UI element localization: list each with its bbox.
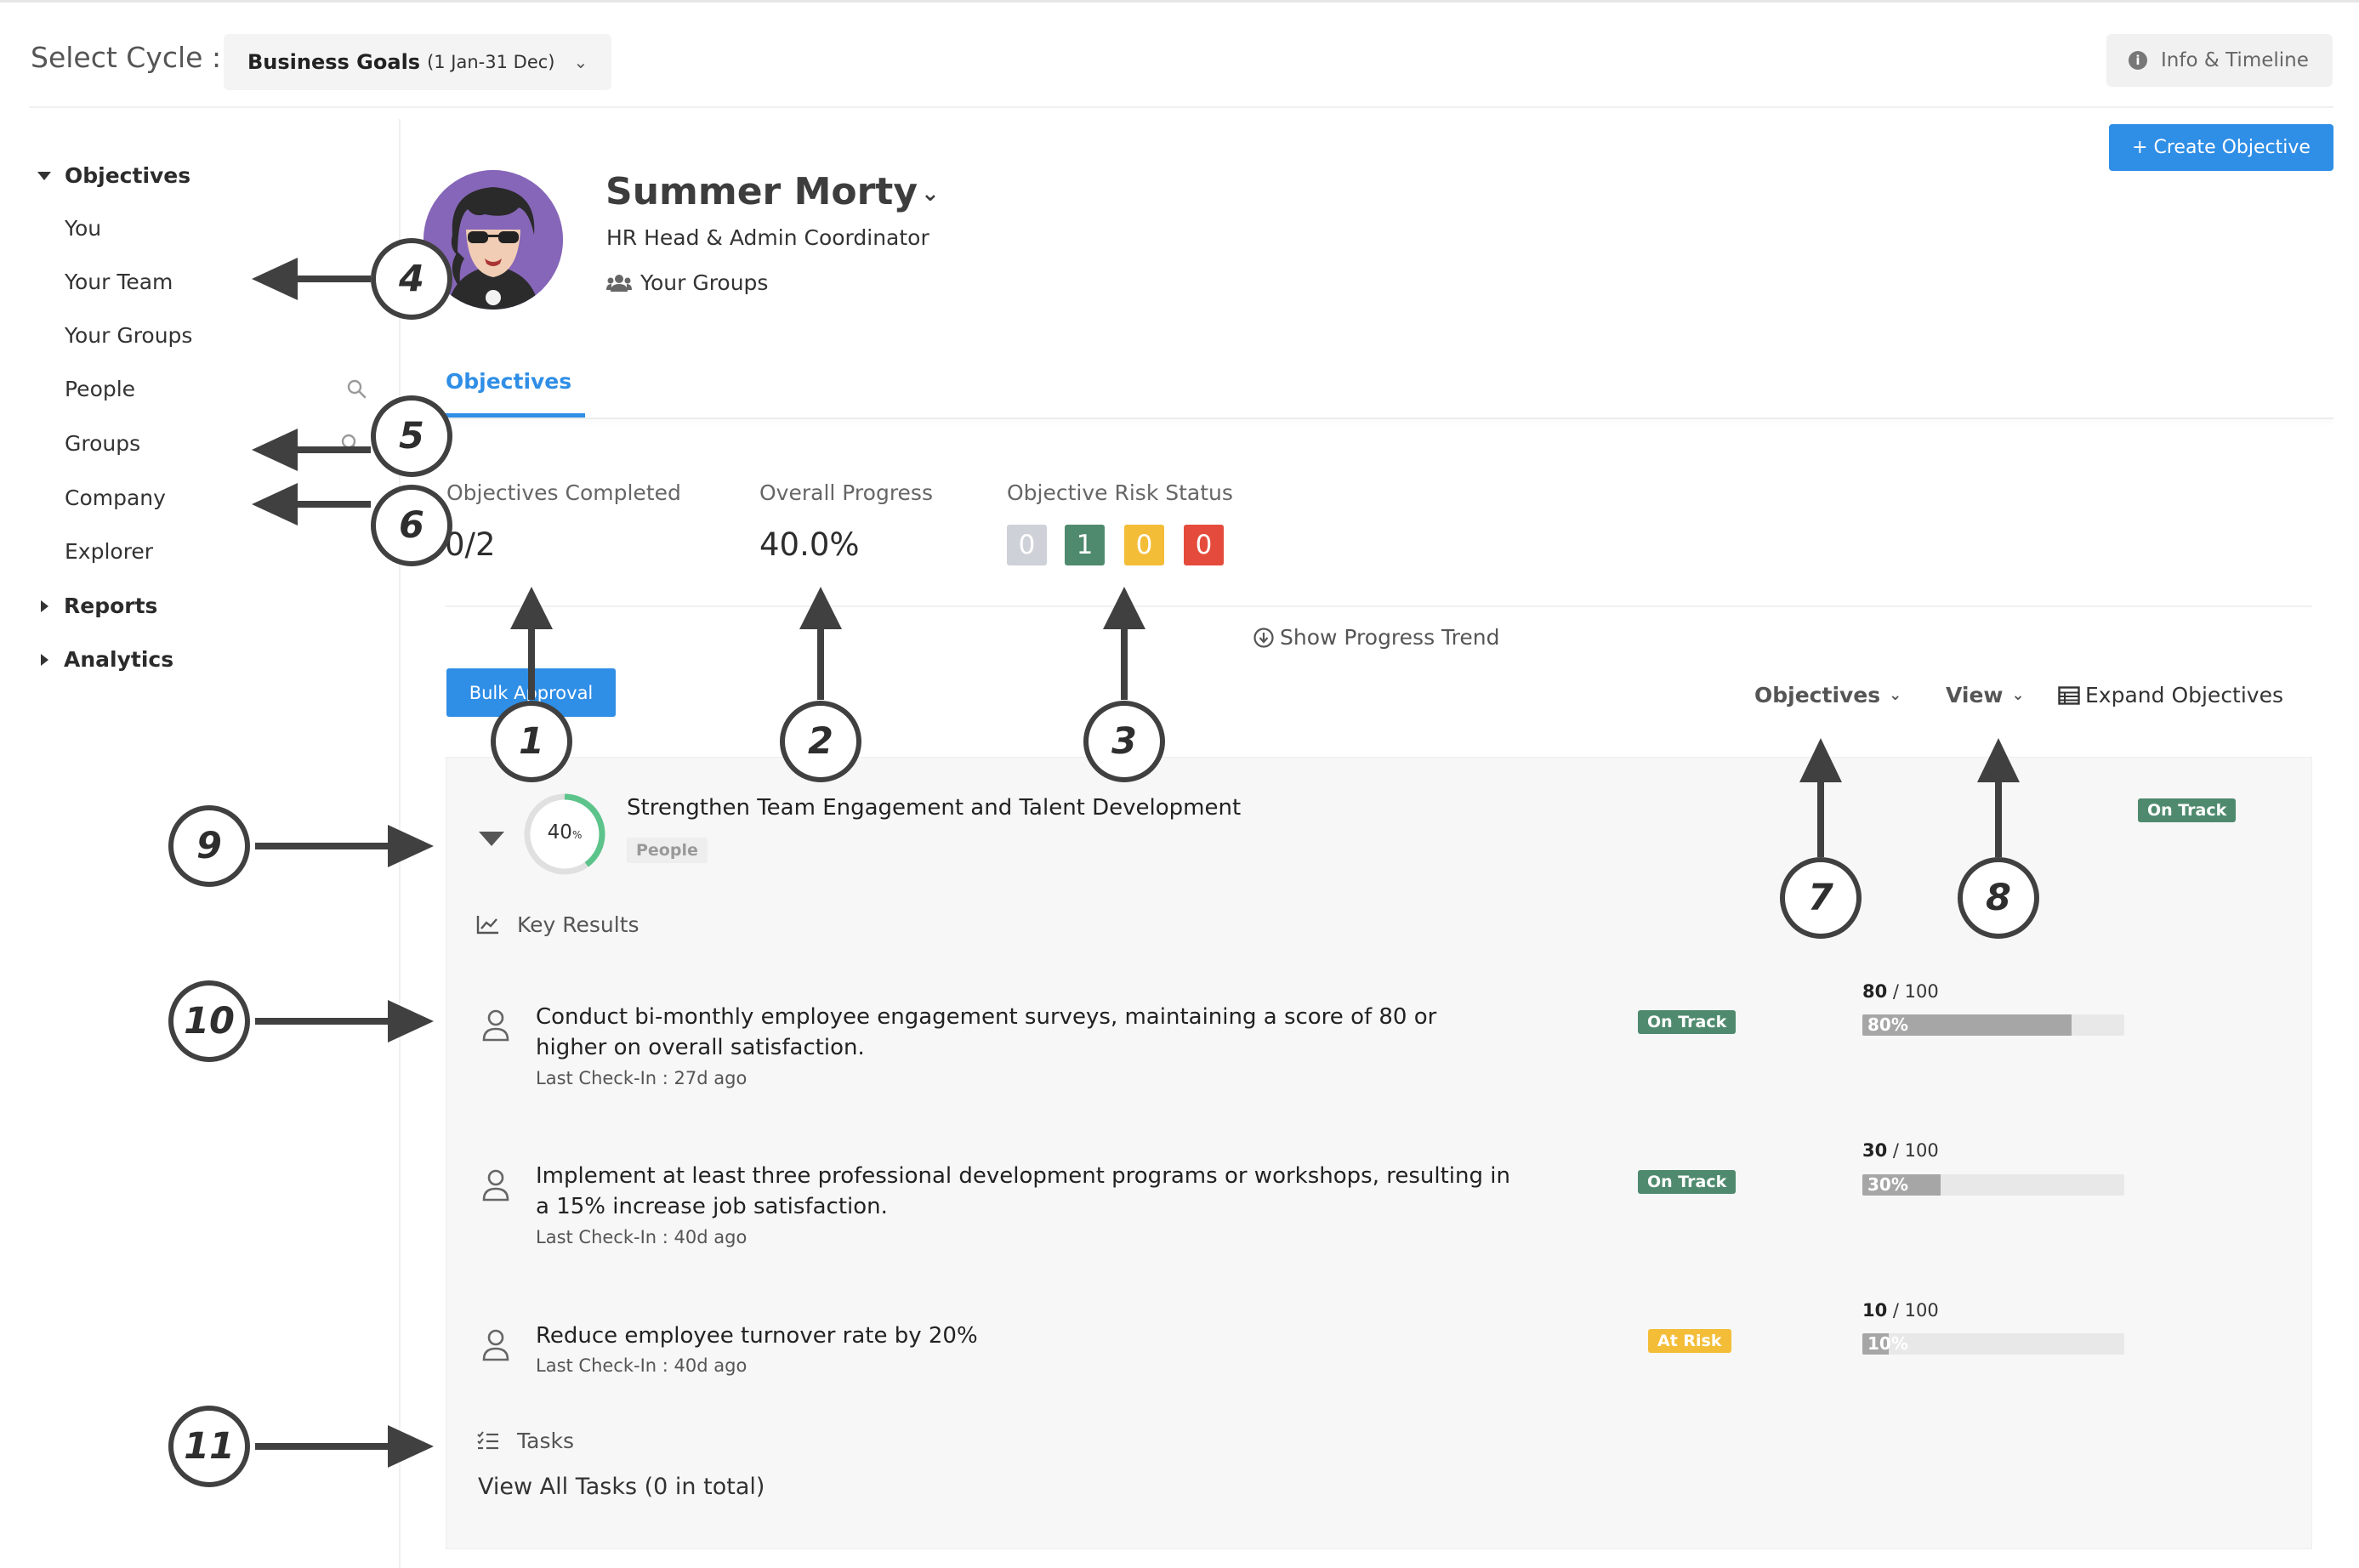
annotation-callout: 10 bbox=[168, 980, 250, 1062]
annotation-callout: 11 bbox=[168, 1406, 250, 1487]
annotation-callout: 8 bbox=[1958, 857, 2039, 939]
annotation-callout: 5 bbox=[371, 395, 452, 477]
annotation-callout: 4 bbox=[371, 238, 452, 320]
annotation-callout: 9 bbox=[168, 805, 250, 887]
annotation-callout: 6 bbox=[371, 485, 452, 566]
annotation-callout: 7 bbox=[1780, 857, 1862, 939]
annotation-callout: 3 bbox=[1083, 701, 1165, 782]
annotation-arrows bbox=[252, 258, 2020, 1468]
annotation-callout: 1 bbox=[491, 701, 572, 782]
annotation-callout: 2 bbox=[780, 701, 861, 782]
